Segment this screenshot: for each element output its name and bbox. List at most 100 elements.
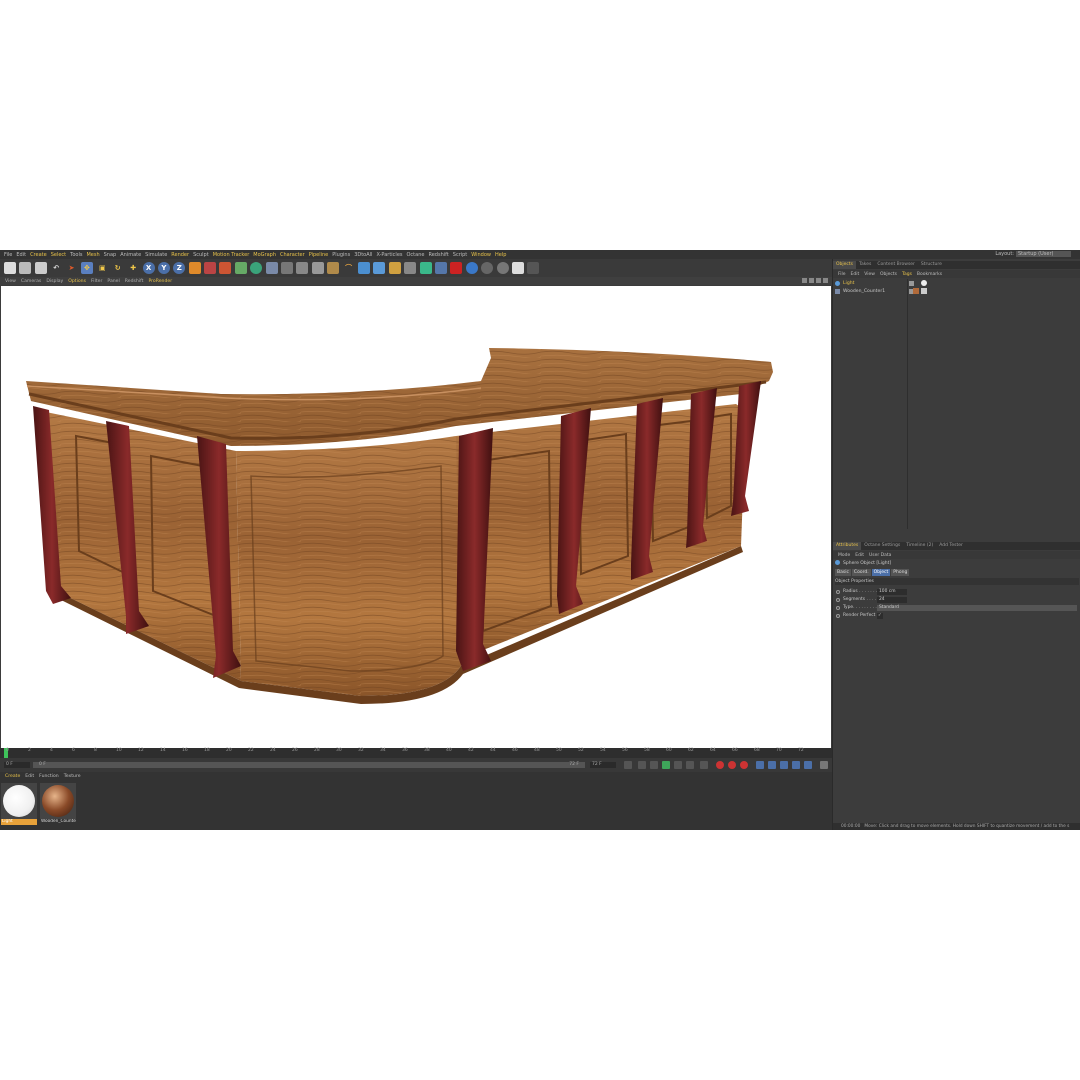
- animate-dot-icon[interactable]: [836, 597, 840, 602]
- live-select-icon[interactable]: ➤: [66, 262, 78, 274]
- menu-octane[interactable]: Octane: [407, 252, 425, 258]
- subtab-phong[interactable]: Phong: [891, 569, 910, 576]
- tab-add-tester[interactable]: Add Tester: [936, 542, 966, 550]
- octane-material-icon[interactable]: [481, 262, 494, 274]
- material-wooden-counter[interactable]: Wooden_Counte: [40, 783, 76, 827]
- 3d-viewport[interactable]: [1, 286, 831, 748]
- menu-edit[interactable]: Edit: [16, 252, 26, 258]
- menu-render[interactable]: Render: [171, 252, 189, 258]
- tab-timeline[interactable]: Timeline (2): [903, 542, 936, 550]
- radius-field[interactable]: 100 cm: [877, 589, 907, 595]
- next-frame-icon[interactable]: [674, 761, 682, 769]
- menu-script[interactable]: Script: [453, 252, 468, 258]
- om-menu-view[interactable]: View: [864, 272, 875, 277]
- vp-menu-panel[interactable]: Panel: [107, 279, 119, 284]
- coordinate-system-icon[interactable]: [188, 262, 201, 274]
- animate-dot-icon[interactable]: [836, 613, 840, 618]
- menu-file[interactable]: File: [4, 252, 12, 258]
- tab-content-browser[interactable]: Content Browser: [874, 261, 918, 269]
- om-menu-bookmarks[interactable]: Bookmarks: [917, 272, 942, 277]
- menu-window[interactable]: Window: [471, 252, 491, 258]
- visibility-dots-icon[interactable]: [909, 281, 914, 286]
- go-to-start-icon[interactable]: [624, 761, 632, 769]
- scale-icon[interactable]: ▣: [96, 262, 108, 274]
- prev-key-icon[interactable]: [638, 761, 646, 769]
- object-row-light[interactable]: Light: [835, 279, 854, 287]
- mat-menu-edit[interactable]: Edit: [25, 774, 34, 779]
- menu-plugins[interactable]: Plugins: [332, 252, 350, 258]
- vp-menu-cameras[interactable]: Cameras: [21, 279, 41, 284]
- pla-key-icon[interactable]: [804, 761, 812, 769]
- menu-tools[interactable]: Tools: [70, 252, 82, 258]
- pen-icon[interactable]: [388, 262, 401, 274]
- attr-menu-mode[interactable]: Mode: [838, 553, 850, 558]
- y-axis-icon[interactable]: Y: [157, 262, 170, 274]
- tab-octane-settings[interactable]: Octane Settings: [861, 542, 903, 550]
- render-view-icon[interactable]: [204, 262, 217, 274]
- menu-help[interactable]: Help: [495, 252, 506, 258]
- layout-select[interactable]: Startup (User): [1016, 251, 1071, 257]
- octane-environment-icon[interactable]: [496, 262, 509, 274]
- menu-mograph[interactable]: MoGraph: [253, 252, 276, 258]
- render-perfect-checkbox[interactable]: ✓: [877, 613, 883, 619]
- tab-takes[interactable]: Takes: [856, 261, 874, 269]
- move-icon[interactable]: ✥: [80, 262, 93, 274]
- scale-key-icon[interactable]: [768, 761, 776, 769]
- octane-camera-icon[interactable]: [450, 262, 463, 274]
- type-select[interactable]: Standard: [877, 605, 1077, 611]
- menu-redshift[interactable]: Redshift: [428, 252, 448, 258]
- attr-menu-edit[interactable]: Edit: [855, 553, 864, 558]
- layout-toggle-icon[interactable]: [527, 262, 540, 274]
- end-frame-field[interactable]: 72 F: [590, 762, 616, 768]
- cube-icon[interactable]: [265, 262, 278, 274]
- menu-animate[interactable]: Animate: [120, 252, 141, 258]
- go-to-end-icon[interactable]: [700, 761, 708, 769]
- zoom-view-icon[interactable]: [809, 278, 814, 283]
- menu-snap[interactable]: Snap: [104, 252, 117, 258]
- om-menu-tags[interactable]: Tags: [902, 272, 912, 277]
- spline-icon[interactable]: ⌒: [343, 262, 355, 274]
- phong-tag-icon[interactable]: [921, 288, 927, 294]
- floor-icon[interactable]: [327, 262, 340, 274]
- menu-select[interactable]: Select: [51, 252, 66, 258]
- undo-icon[interactable]: ↶: [50, 262, 62, 274]
- vp-menu-prorender[interactable]: ProRender: [148, 279, 172, 284]
- mograph-icon[interactable]: [419, 262, 432, 274]
- octane-live-viewer-icon[interactable]: [250, 262, 263, 274]
- light-icon[interactable]: [373, 262, 386, 274]
- menu-sculpt[interactable]: Sculpt: [193, 252, 209, 258]
- render-picture-viewer-icon[interactable]: [219, 262, 232, 274]
- record-icon[interactable]: [716, 761, 724, 769]
- timeline-menu-icon[interactable]: [820, 761, 828, 769]
- subtab-coord[interactable]: Coord.: [851, 569, 871, 576]
- menu-x-particles[interactable]: X-Particles: [376, 252, 402, 258]
- edit-render-settings-icon[interactable]: [234, 262, 247, 274]
- subtab-object[interactable]: Object: [871, 569, 891, 576]
- segments-field[interactable]: 24: [877, 597, 907, 603]
- save-icon[interactable]: [34, 262, 47, 274]
- mat-menu-create[interactable]: Create: [5, 774, 20, 779]
- om-menu-edit[interactable]: Edit: [851, 272, 860, 277]
- object-row-wooden-counter[interactable]: Wooden_Counter1: [835, 287, 885, 295]
- keyframe-selection-icon[interactable]: [740, 761, 748, 769]
- timeline-ruler[interactable]: 0 2 4 6 8 10 12 14 16 18 20 22 24 26 28 30 32 34 36 38 40 42 4…: [0, 748, 832, 758]
- attr-menu-user-data[interactable]: User Data: [869, 553, 891, 558]
- open-icon[interactable]: [19, 262, 32, 274]
- menu-motion-tracker[interactable]: Motion Tracker: [213, 252, 250, 258]
- vp-menu-view[interactable]: View: [5, 279, 16, 284]
- vp-menu-redshift[interactable]: Redshift: [125, 279, 144, 284]
- menu-pipeline[interactable]: Pipeline: [309, 252, 329, 258]
- autokey-icon[interactable]: [728, 761, 736, 769]
- vp-menu-filter[interactable]: Filter: [91, 279, 102, 284]
- dynamics-icon[interactable]: [434, 262, 447, 274]
- subdivision-icon[interactable]: [281, 262, 294, 274]
- rotate-icon[interactable]: ↻: [112, 262, 124, 274]
- om-menu-file[interactable]: File: [838, 272, 846, 277]
- material-tag-icon[interactable]: [921, 280, 927, 286]
- current-frame-field[interactable]: 0 F: [4, 762, 30, 768]
- mat-menu-function[interactable]: Function: [39, 774, 59, 779]
- move-view-icon[interactable]: [802, 278, 807, 283]
- parameter-key-icon[interactable]: [792, 761, 800, 769]
- menu-simulate[interactable]: Simulate: [145, 252, 167, 258]
- menu-3dtoall[interactable]: 3DtoAll: [354, 252, 372, 258]
